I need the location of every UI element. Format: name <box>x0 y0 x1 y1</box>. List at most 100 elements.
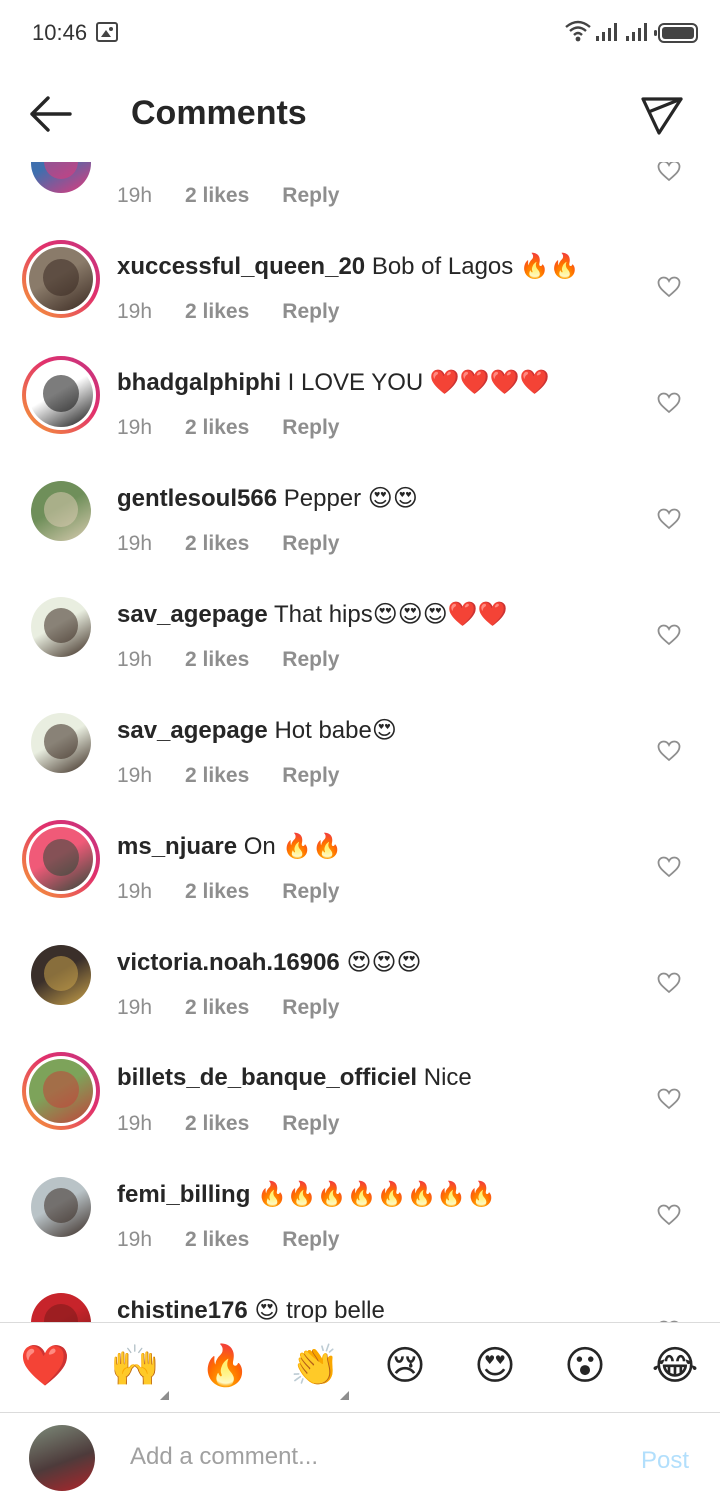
like-heart-icon[interactable] <box>657 1088 681 1110</box>
surprised-face-emoji[interactable]: 😮 <box>560 1341 610 1391</box>
comment-likes[interactable]: 2 likes <box>185 532 249 555</box>
page-title: Comments <box>131 94 307 132</box>
fire-emoji[interactable]: 🔥 <box>200 1341 250 1391</box>
comment-likes[interactable]: 2 likes <box>185 880 249 903</box>
comment-likes[interactable]: 2 likes <box>185 996 249 1019</box>
clapping-hands-emoji[interactable]: 👏 <box>290 1341 340 1391</box>
comment-time: 19h <box>117 184 153 207</box>
comment-username[interactable]: sav_agepage <box>117 601 268 628</box>
reply-button[interactable]: Reply <box>282 300 339 323</box>
crying-face-emoji[interactable]: 😢 <box>380 1341 430 1391</box>
comment-username[interactable]: victoria.noah.16906 <box>117 949 340 976</box>
comment-body: Nice <box>423 1064 472 1091</box>
comment-body: That hips😍😍😍❤️❤️ <box>274 601 508 628</box>
comment-text: victoria.noah.16906 😍😍😍 <box>117 948 422 977</box>
comment-row[interactable]: bhadgalphiphi I LOVE YOU ❤️❤️❤️❤️ 19h 2 li… <box>0 356 720 472</box>
like-heart-icon[interactable] <box>657 972 681 994</box>
comment-meta: 19h 2 likes Reply <box>117 880 372 904</box>
comment-text: billets_de_banque_officiel Nice <box>117 1064 472 1092</box>
comment-avatar[interactable] <box>22 588 100 666</box>
comment-likes[interactable]: 2 likes <box>185 648 249 671</box>
comment-avatar[interactable] <box>22 1052 100 1130</box>
comment-likes[interactable]: 2 likes <box>185 1228 249 1251</box>
post-button[interactable]: Post <box>641 1447 689 1475</box>
comment-composer: Post <box>0 1412 720 1500</box>
comment-row[interactable]: victoria.noah.16906 😍😍😍 19h 2 likes Reply <box>0 936 720 1052</box>
comment-username[interactable]: femi_billing <box>117 1181 250 1208</box>
comment-time: 19h <box>117 532 153 555</box>
raising-hands-emoji[interactable]: 🙌 <box>110 1341 160 1391</box>
comment-username[interactable]: ms_njuare <box>117 833 237 860</box>
comment-avatar[interactable] <box>22 356 100 434</box>
comment-time: 19h <box>117 416 153 439</box>
like-heart-icon[interactable] <box>657 624 681 646</box>
reply-button[interactable]: Reply <box>282 996 339 1019</box>
comment-username[interactable]: billets_de_banque_officiel <box>117 1064 417 1091</box>
reply-button[interactable]: Reply <box>282 880 339 903</box>
comment-text: sav_agepage That hips😍😍😍❤️❤️ <box>117 600 508 629</box>
comment-avatar[interactable] <box>22 1168 100 1246</box>
comment-row[interactable]: 19h 2 likes Reply <box>0 162 720 240</box>
comment-row[interactable]: xuccessful_queen_20 Bob of Lagos 🔥🔥 19h 2 … <box>0 240 720 356</box>
heart-emoji[interactable]: ❤️ <box>20 1341 70 1391</box>
comment-body: 🔥🔥🔥🔥🔥🔥🔥🔥 <box>257 1181 497 1208</box>
direct-share-icon[interactable] <box>640 94 684 138</box>
comment-text: ms_njuare On 🔥🔥 <box>117 832 342 861</box>
wifi-icon <box>565 20 591 42</box>
comment-row[interactable]: billets_de_banque_officiel Nice 19h 2 like… <box>0 1052 720 1168</box>
comment-row[interactable]: chistine176 😍 trop belle19h2 likesReply <box>0 1284 720 1322</box>
comment-avatar[interactable] <box>22 240 100 318</box>
like-heart-icon[interactable] <box>657 856 681 878</box>
comment-likes[interactable]: 2 likes <box>185 416 249 439</box>
comment-body: Pepper 😍😍 <box>283 485 418 512</box>
comment-row[interactable]: sav_agepage Hot babe😍 19h 2 likes Reply <box>0 704 720 820</box>
reply-button[interactable]: Reply <box>282 764 339 787</box>
comment-meta: 19h 2 likes Reply <box>117 532 372 556</box>
status-bar: 10:46 <box>0 0 720 66</box>
comment-username[interactable]: xuccessful_queen_20 <box>117 253 365 280</box>
reply-button[interactable]: Reply <box>282 416 339 439</box>
comment-body: Hot babe😍 <box>274 717 397 744</box>
tears-of-joy-emoji[interactable]: 😂 <box>650 1341 700 1391</box>
comment-row[interactable]: gentlesoul566 Pepper 😍😍 19h 2 likes Reply <box>0 472 720 588</box>
comment-avatar[interactable] <box>22 704 100 782</box>
comment-likes[interactable]: 2 likes <box>185 184 249 207</box>
comment-text: bhadgalphiphi I LOVE YOU ❤️❤️❤️❤️ <box>117 368 549 397</box>
comment-avatar[interactable] <box>22 162 100 202</box>
comment-input[interactable] <box>130 1439 600 1475</box>
like-heart-icon[interactable] <box>657 162 681 182</box>
reply-button[interactable]: Reply <box>282 648 339 671</box>
like-heart-icon[interactable] <box>657 276 681 298</box>
comment-likes[interactable]: 2 likes <box>185 300 249 323</box>
reply-button[interactable]: Reply <box>282 1112 339 1135</box>
comment-meta: 19h 2 likes Reply <box>117 1112 372 1136</box>
skin-tone-indicator-icon <box>160 1391 169 1400</box>
comment-likes[interactable]: 2 likes <box>185 764 249 787</box>
comment-username[interactable]: chistine176 <box>117 1297 248 1322</box>
comment-username[interactable]: sav_agepage <box>117 717 268 744</box>
comment-avatar[interactable] <box>22 472 100 550</box>
comment-avatar[interactable] <box>22 820 100 898</box>
comment-list[interactable]: 19h 2 likes Reply xuccessful_queen_20 Bob o… <box>0 162 720 1322</box>
reply-button[interactable]: Reply <box>282 532 339 555</box>
user-avatar <box>29 1425 95 1491</box>
like-heart-icon[interactable] <box>657 740 681 762</box>
like-heart-icon[interactable] <box>657 1204 681 1226</box>
comment-row[interactable]: sav_agepage That hips😍😍😍❤️❤️ 19h 2 likes Re… <box>0 588 720 704</box>
comment-meta: 19h 2 likes Reply <box>117 300 372 324</box>
heart-eyes-emoji[interactable]: 😍 <box>470 1341 520 1391</box>
comment-avatar[interactable] <box>22 1284 100 1322</box>
reply-button[interactable]: Reply <box>282 1228 339 1251</box>
comment-username[interactable]: gentlesoul566 <box>117 485 277 512</box>
comment-likes[interactable]: 2 likes <box>185 1112 249 1135</box>
reply-button[interactable]: Reply <box>282 184 339 207</box>
comment-row[interactable]: femi_billing 🔥🔥🔥🔥🔥🔥🔥🔥 19h 2 likes Reply <box>0 1168 720 1284</box>
comment-avatar[interactable] <box>22 936 100 1014</box>
like-heart-icon[interactable] <box>657 508 681 530</box>
emoji-quick-bar: ❤️ 🙌 🔥 👏 😢 😍 😮 😂 <box>0 1322 720 1412</box>
comment-username[interactable]: bhadgalphiphi <box>117 369 281 396</box>
like-heart-icon[interactable] <box>657 392 681 414</box>
header: Comments <box>0 66 720 162</box>
back-arrow-icon[interactable] <box>28 94 74 134</box>
comment-row[interactable]: ms_njuare On 🔥🔥 19h 2 likes Reply <box>0 820 720 936</box>
